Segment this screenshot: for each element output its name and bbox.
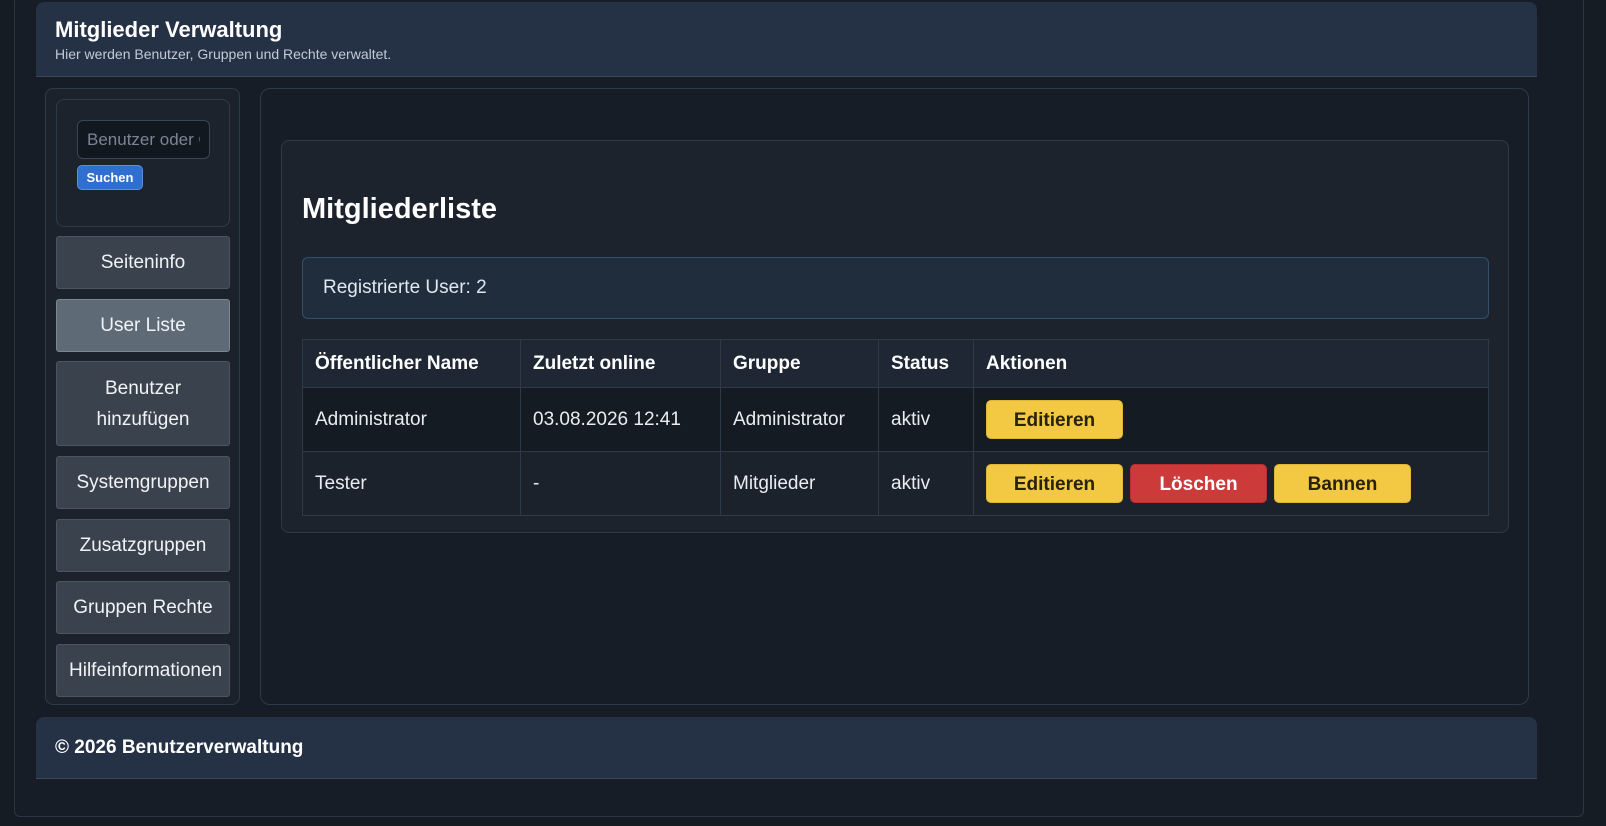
- search-panel: Suchen: [56, 99, 230, 227]
- sidebar-item-zusatzgruppen[interactable]: Zusatzgruppen: [56, 519, 230, 572]
- sidebar: Suchen Seiteninfo User Liste Benutzer hi…: [45, 88, 240, 705]
- cell-name: Tester: [302, 451, 521, 516]
- sidebar-item-benutzer-hinzufuegen[interactable]: Benutzer hinzufügen: [56, 361, 230, 446]
- search-input[interactable]: [77, 120, 210, 159]
- page-header: Mitglieder Verwaltung Hier werden Benutz…: [36, 2, 1537, 77]
- sidebar-item-gruppen-rechte[interactable]: Gruppen Rechte: [56, 581, 230, 634]
- column-header-last-online: Zuletzt online: [520, 339, 721, 388]
- cell-last-online: -: [520, 451, 721, 516]
- cell-status: aktiv: [878, 387, 974, 452]
- edit-button[interactable]: Editieren: [986, 464, 1123, 503]
- cell-actions: Editieren: [973, 387, 1489, 452]
- app-frame: Mitglieder Verwaltung Hier werden Benutz…: [14, 0, 1584, 817]
- cell-name: Administrator: [302, 387, 521, 452]
- sidebar-item-label: Gruppen Rechte: [73, 597, 213, 618]
- sidebar-item-user-liste[interactable]: User Liste: [56, 299, 230, 352]
- cell-group: Administrator: [720, 387, 879, 452]
- search-button[interactable]: Suchen: [77, 165, 143, 190]
- sidebar-item-label: User Liste: [100, 315, 186, 336]
- column-header-group: Gruppe: [720, 339, 879, 388]
- sidebar-item-systemgruppen[interactable]: Systemgruppen: [56, 456, 230, 509]
- sidebar-item-label: Zusatzgruppen: [79, 535, 207, 556]
- sidebar-item-hilfeinformationen[interactable]: Hilfeinformationen: [56, 644, 230, 697]
- column-header-actions: Aktionen: [973, 339, 1489, 388]
- column-header-status: Status: [878, 339, 974, 388]
- page-title: Mitglieder Verwaltung: [55, 17, 283, 42]
- section-title: Mitgliederliste: [302, 193, 497, 225]
- members-table: Öffentlicher Name Zuletzt online Gruppe …: [302, 339, 1489, 516]
- table-header-row: Öffentlicher Name Zuletzt online Gruppe …: [302, 339, 1489, 388]
- sidebar-item-seiteninfo[interactable]: Seiteninfo: [56, 236, 230, 289]
- cell-group: Mitglieder: [720, 451, 879, 516]
- footer-text: © 2026 Benutzerverwaltung: [55, 736, 304, 758]
- table-row: Tester - Mitglieder aktiv Editieren Lösch…: [302, 451, 1489, 516]
- delete-button[interactable]: Löschen: [1130, 464, 1267, 503]
- ban-button[interactable]: Bannen: [1274, 464, 1411, 503]
- edit-button[interactable]: Editieren: [986, 400, 1123, 439]
- sidebar-item-label: Hilfeinformationen: [69, 660, 223, 681]
- cell-status: aktiv: [878, 451, 974, 516]
- column-header-name: Öffentlicher Name: [302, 339, 521, 388]
- page-footer: © 2026 Benutzerverwaltung: [36, 717, 1537, 779]
- registered-users-info: Registrierte User: 2: [302, 257, 1489, 319]
- member-list-card: Mitgliederliste Registrierte User: 2 Öff…: [281, 140, 1509, 533]
- sidebar-item-label: Benutzer hinzufügen: [96, 377, 190, 430]
- main-content: Mitgliederliste Registrierte User: 2 Öff…: [260, 88, 1529, 705]
- sidebar-item-label: Systemgruppen: [76, 472, 210, 493]
- cell-actions: Editieren Löschen Bannen: [973, 451, 1489, 516]
- cell-last-online: 03.08.2026 12:41: [520, 387, 721, 452]
- page-subtitle: Hier werden Benutzer, Gruppen und Rechte…: [55, 46, 392, 62]
- registered-users-text: Registrierte User: 2: [323, 277, 487, 298]
- table-row: Administrator 03.08.2026 12:41 Administr…: [302, 387, 1489, 452]
- sidebar-item-label: Seiteninfo: [100, 252, 186, 273]
